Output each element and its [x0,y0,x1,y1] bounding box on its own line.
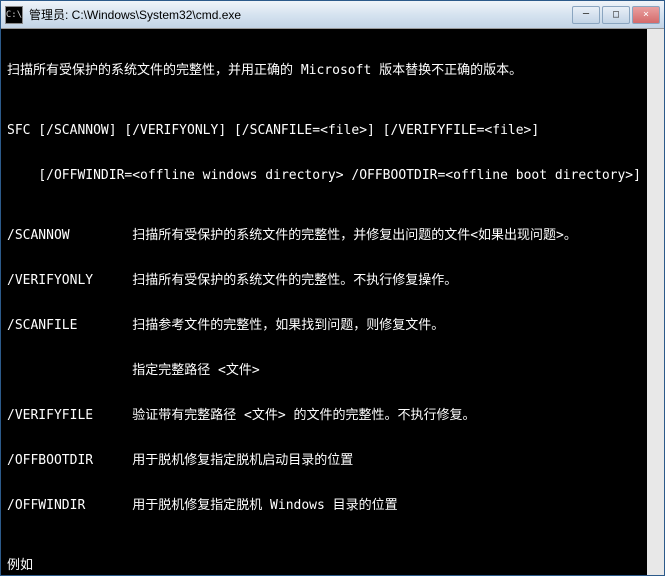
output-line: /VERIFYONLY 扫描所有受保护的系统文件的完整性。不执行修复操作。 [7,273,641,288]
window-controls: ─ □ × [572,6,660,24]
scroll-thumb[interactable] [649,46,664,486]
titlebar[interactable]: C:\ 管理员: C:\Windows\System32\cmd.exe ─ □… [1,1,664,29]
scroll-down-button[interactable]: ▼ [648,558,664,575]
scrollbar[interactable]: ▲ ▼ [647,29,664,575]
output-line: 例如 [7,558,641,573]
output-line: /SCANFILE 扫描参考文件的完整性，如果找到问题，则修复文件。 [7,318,641,333]
output-line: SFC [/SCANNOW] [/VERIFYONLY] [/SCANFILE=… [7,123,641,138]
output-line: /OFFWINDIR 用于脱机修复指定脱机 Windows 目录的位置 [7,498,641,513]
window-title: 管理员: C:\Windows\System32\cmd.exe [29,6,572,23]
output-line: /OFFBOOTDIR 用于脱机修复指定脱机启动目录的位置 [7,453,641,468]
cmd-window: C:\ 管理员: C:\Windows\System32\cmd.exe ─ □… [0,0,665,576]
output-line: /VERIFYFILE 验证带有完整路径 <文件> 的文件的完整性。不执行修复。 [7,408,641,423]
close-button[interactable]: × [632,6,660,24]
maximize-button[interactable]: □ [602,6,630,24]
output-line: /SCANNOW 扫描所有受保护的系统文件的完整性，并修复出问题的文件<如果出现… [7,228,641,243]
console-output[interactable]: 扫描所有受保护的系统文件的完整性，并用正确的 Microsoft 版本替换不正确… [1,29,664,575]
output-line: 扫描所有受保护的系统文件的完整性，并用正确的 Microsoft 版本替换不正确… [7,63,641,78]
output-line: 指定完整路径 <文件> [7,363,641,378]
minimize-button[interactable]: ─ [572,6,600,24]
output-line: [/OFFWINDIR=<offline windows directory> … [7,168,641,183]
cmd-icon: C:\ [5,6,23,24]
scroll-up-button[interactable]: ▲ [648,59,664,76]
